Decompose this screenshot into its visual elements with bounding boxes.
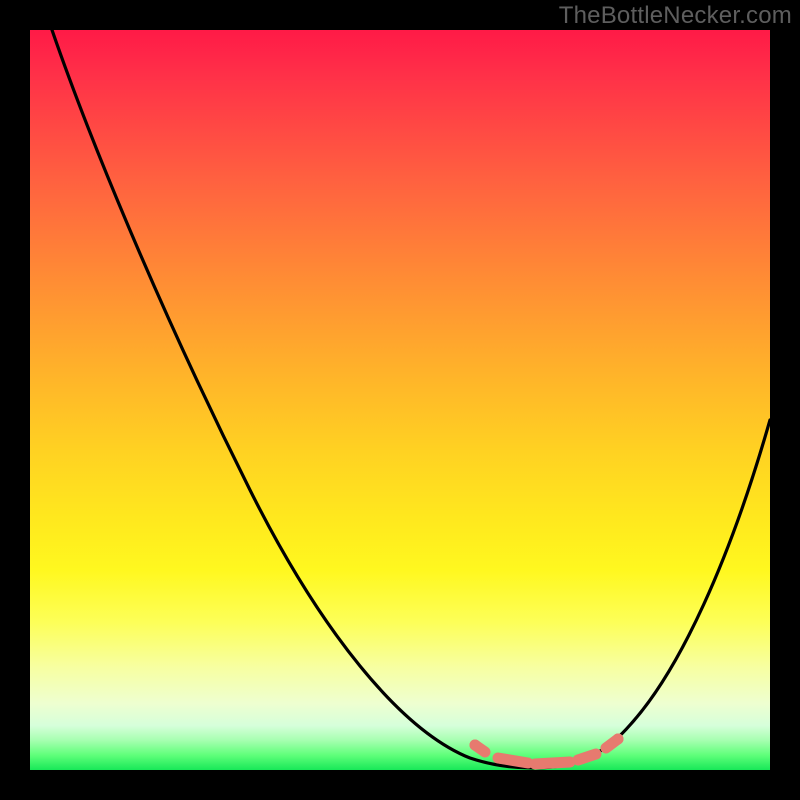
curve-layer (30, 30, 770, 770)
chart-frame: TheBottleNecker.com (0, 0, 800, 800)
plot-area (30, 30, 770, 770)
highlight-dots (470, 734, 624, 751)
bottleneck-curve (52, 30, 770, 768)
watermark-text: TheBottleNecker.com (559, 2, 792, 30)
highlight-band (475, 739, 618, 764)
